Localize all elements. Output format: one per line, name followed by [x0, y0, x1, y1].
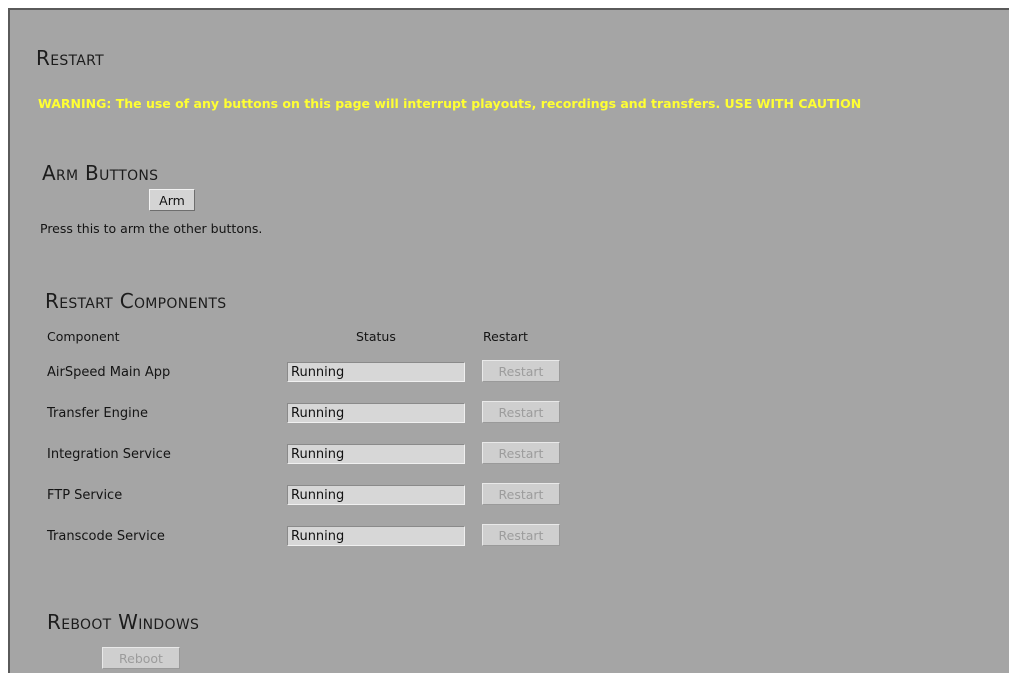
component-name: Transfer Engine [47, 406, 148, 421]
component-name: AirSpeed Main App [47, 365, 171, 380]
arm-hint: Press this to arm the other buttons. [40, 221, 263, 236]
arm-button[interactable]: Arm [149, 189, 195, 211]
arm-buttons-heading: Arm Buttons [42, 161, 159, 185]
restart-button[interactable]: Restart [482, 360, 560, 382]
page-title: Restart [36, 46, 105, 70]
component-status-field: Running [287, 485, 465, 505]
restart-button[interactable]: Restart [482, 524, 560, 546]
column-header-component: Component [47, 329, 120, 344]
warning-message: WARNING: The use of any buttons on this … [38, 96, 862, 111]
restart-components-heading: Restart Components [45, 289, 227, 313]
component-status-field: Running [287, 403, 465, 423]
restart-button[interactable]: Restart [482, 483, 560, 505]
component-name: Transcode Service [47, 529, 165, 544]
component-status-field: Running [287, 526, 465, 546]
restart-panel: Restart WARNING: The use of any buttons … [8, 8, 1009, 673]
component-name: FTP Service [47, 488, 123, 503]
component-status-field: Running [287, 362, 465, 382]
restart-button[interactable]: Restart [482, 401, 560, 423]
reboot-windows-heading: Reboot Windows [47, 610, 200, 634]
component-status-field: Running [287, 444, 465, 464]
reboot-button[interactable]: Reboot [102, 647, 180, 669]
restart-button[interactable]: Restart [482, 442, 560, 464]
component-name: Integration Service [47, 447, 171, 462]
column-header-status: Status [356, 329, 396, 344]
column-header-restart: Restart [483, 329, 528, 344]
